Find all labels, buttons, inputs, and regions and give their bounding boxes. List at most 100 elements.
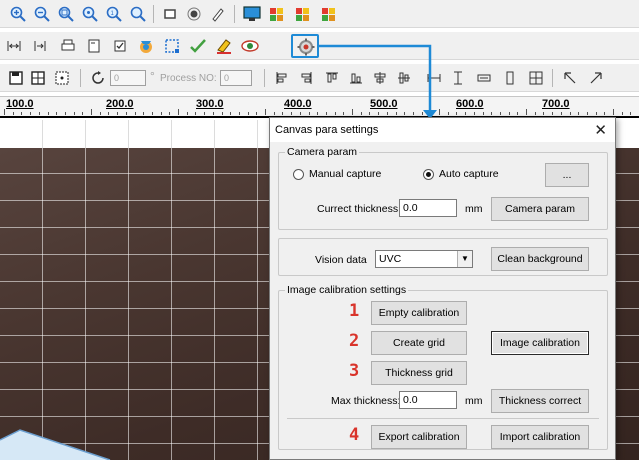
current-thickness-input[interactable]: 0.0 (399, 199, 457, 217)
save-icon[interactable] (6, 68, 26, 88)
arrow-up-right-icon[interactable] (586, 68, 606, 88)
ruler-tick (4, 109, 5, 115)
dotted-grid-icon[interactable] (52, 68, 72, 88)
ruler-tick (125, 112, 127, 115)
create-grid-button[interactable]: Create grid (371, 331, 467, 355)
manual-capture-label[interactable]: Manual capture (309, 168, 381, 180)
thickness-grid-button[interactable]: Thickness grid (371, 361, 467, 385)
ruler-tick (352, 109, 353, 115)
ruler-tick (317, 112, 319, 115)
align-center-h-icon[interactable] (370, 68, 390, 88)
ruler-tick (47, 112, 49, 115)
toolbar-separator (80, 69, 81, 87)
current-thickness-label: Currect thickness: (317, 203, 402, 215)
rotate-icon[interactable] (88, 68, 108, 88)
ruler-tick (499, 112, 501, 115)
process-number-input[interactable]: 0 (220, 70, 252, 86)
browse-button[interactable]: ... (545, 163, 589, 187)
zoom-in-icon[interactable] (8, 4, 28, 24)
check-icon[interactable] (188, 36, 208, 56)
grid-icon[interactable] (28, 68, 48, 88)
table-icon[interactable] (526, 68, 546, 88)
toolbar-row-3: 0 ° Process NO: 0 (0, 64, 639, 92)
pen-icon[interactable] (208, 4, 228, 24)
max-thickness-unit-label: mm (465, 395, 483, 407)
import-calibration-button[interactable]: Import calibration (491, 425, 589, 449)
ruler-tick (195, 112, 197, 115)
ruler-tick (256, 112, 258, 115)
group-divider (287, 418, 599, 419)
ruler-tick (404, 112, 406, 115)
page-icon[interactable] (84, 36, 104, 56)
ruler-tick (160, 112, 162, 115)
auto-capture-label[interactable]: Auto capture (439, 168, 499, 180)
ruler-tick (73, 112, 75, 115)
ruler-tick (273, 112, 275, 115)
zoom-window-icon[interactable] (128, 4, 148, 24)
ruler-tick (212, 112, 214, 115)
ruler-tick (143, 112, 145, 115)
same-size-icon[interactable] (474, 68, 494, 88)
clean-background-button[interactable]: Clean background (491, 247, 589, 271)
process-label: Process NO: (160, 73, 217, 84)
image-calibration-button[interactable]: Image calibration (491, 331, 589, 355)
arrow-up-left-icon[interactable] (560, 68, 580, 88)
color-deselect-icon[interactable] (294, 4, 314, 24)
ruler-tick (64, 112, 66, 115)
zoom-out-icon[interactable] (32, 4, 52, 24)
close-icon[interactable]: ✕ (594, 121, 607, 139)
empty-calibration-button[interactable]: Empty calibration (371, 301, 467, 325)
ruler-tick (569, 112, 571, 115)
zoom-area-icon[interactable] (80, 4, 100, 24)
circle-icon[interactable] (184, 4, 204, 24)
same-width-icon[interactable] (424, 68, 444, 88)
step-number: 3 (349, 361, 360, 381)
chevron-down-icon[interactable]: ▼ (457, 251, 472, 267)
selection-icon[interactable] (162, 36, 182, 56)
ruler-label: 500.0 (370, 98, 398, 110)
ruler-tick (265, 109, 266, 115)
align-top-icon[interactable] (322, 68, 342, 88)
rectangle-icon[interactable] (160, 4, 180, 24)
ruler-tick (421, 112, 423, 115)
align-right-icon[interactable] (296, 68, 316, 88)
image-calibration-group: Image calibration settings 1 Empty calib… (278, 284, 608, 450)
same-height-icon[interactable] (448, 68, 468, 88)
camera-icon[interactable] (136, 36, 156, 56)
auto-capture-radio[interactable] (423, 169, 434, 180)
fit-height-icon[interactable] (30, 36, 50, 56)
eye-icon[interactable] (240, 36, 260, 56)
ruler-tick (386, 112, 388, 115)
print-icon[interactable] (58, 36, 78, 56)
max-thickness-input[interactable]: 0.0 (399, 391, 457, 409)
align-bottom-icon[interactable] (346, 68, 366, 88)
thickness-correct-button[interactable]: Thickness correct (491, 389, 589, 413)
fit-width-icon[interactable] (4, 36, 24, 56)
monitor-icon[interactable] (242, 4, 262, 24)
camera-param-button[interactable]: Camera param (491, 197, 589, 221)
ruler-tick (482, 112, 484, 115)
color-alt-icon[interactable] (320, 4, 340, 24)
ruler-tick (291, 112, 293, 115)
ruler-tick (343, 112, 345, 115)
rotation-input[interactable]: 0 (110, 70, 146, 86)
column-icon[interactable] (500, 68, 520, 88)
ruler-tick (169, 112, 171, 115)
toolbar-separator (552, 69, 553, 87)
ruler-tick (456, 112, 458, 115)
vision-data-value: UVC (379, 253, 402, 265)
align-left-icon[interactable] (272, 68, 292, 88)
zoom-fit-icon[interactable] (56, 4, 76, 24)
step-number: 4 (349, 425, 360, 445)
ruler-tick (534, 112, 536, 115)
eraser-icon[interactable] (214, 36, 234, 56)
color-select-icon[interactable] (268, 4, 288, 24)
checkbox-icon[interactable] (110, 36, 130, 56)
manual-capture-radio[interactable] (293, 169, 304, 180)
vision-data-select[interactable]: UVC ▼ (375, 250, 473, 268)
toolbar-separator (153, 5, 154, 23)
align-center-v-icon[interactable] (394, 68, 414, 88)
zoom-actual-icon[interactable]: 1 (104, 4, 124, 24)
export-calibration-button[interactable]: Export calibration (371, 425, 467, 449)
horizontal-ruler: 100.0 200.0 300.0 400.0 500.0 600.0 700.… (0, 96, 639, 118)
